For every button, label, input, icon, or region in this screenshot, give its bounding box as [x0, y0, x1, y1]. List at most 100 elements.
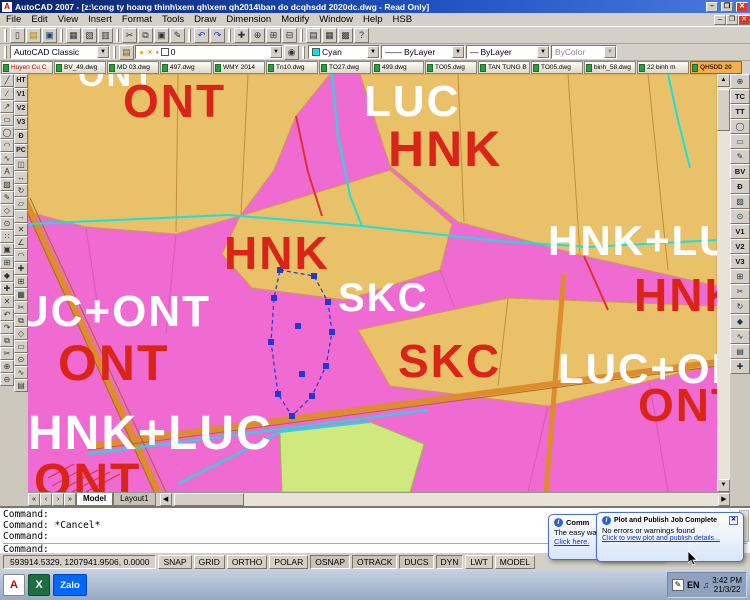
rectangle-icon[interactable]: ▭ [0, 113, 14, 126]
polygon-icon[interactable]: ◇ [0, 204, 14, 217]
toggle-ortho[interactable]: ORTHO [227, 555, 268, 569]
toggle-grid[interactable]: GRID [194, 555, 225, 569]
diamond-icon[interactable]: ◇ [14, 327, 28, 340]
linetype-dropdown[interactable]: —— ByLayer ▼ [381, 45, 465, 59]
move-icon[interactable]: ↔ [14, 171, 28, 184]
doc-tab[interactable]: Huyen Cu C [1, 61, 53, 74]
layer-button-v3[interactable]: V3 [730, 254, 750, 269]
layer-button-v1[interactable]: V1 [730, 224, 750, 239]
toolbar-grip[interactable] [228, 29, 231, 42]
language-indicator[interactable]: EN [687, 580, 700, 590]
vertical-scrollbar[interactable]: ▲ ▼ [717, 74, 730, 492]
toolbar-grip[interactable] [188, 29, 191, 42]
rotate-icon[interactable]: ↻ [730, 299, 750, 314]
point-icon[interactable]: ⊙ [0, 217, 14, 230]
point-small-icon[interactable]: ⊙ [14, 353, 28, 366]
maximize-button[interactable]: ❐ [721, 2, 733, 12]
props-small-icon[interactable]: ▤ [14, 379, 28, 392]
trim-icon[interactable]: ✕ [14, 223, 28, 236]
layer-button-v2[interactable]: V2 [730, 239, 750, 254]
undo-small-icon[interactable]: ↶ [0, 308, 14, 321]
circle-icon[interactable]: ◯ [730, 119, 750, 134]
last-tab-icon[interactable]: » [64, 493, 76, 506]
copy-icon[interactable]: ⧉ [138, 28, 153, 43]
drawing-canvas[interactable]: ONT ONT LUC HNK HNK HNK+LUC HNK SKC LUC+… [28, 74, 717, 492]
scroll-left-icon[interactable]: ◀ [160, 493, 172, 506]
cut-small-icon[interactable]: ✂ [0, 347, 14, 360]
plot-details-link[interactable]: Click to view plot and publish details..… [602, 535, 738, 542]
list-icon[interactable]: ▤ [730, 344, 750, 359]
workspace-dropdown[interactable]: AutoCAD Classic ▼ [10, 45, 110, 59]
doc-tab[interactable]: Tn10.dwg [266, 61, 318, 74]
duplicate-icon[interactable]: ⧉ [14, 314, 28, 327]
offset-icon[interactable]: ▱ [14, 197, 28, 210]
pan-realtime-icon[interactable]: ✚ [234, 28, 249, 43]
toggle-model[interactable]: MODEL [495, 555, 535, 569]
layer-button-v3[interactable]: V3 [14, 116, 28, 130]
doc-tab[interactable]: TO05.dwg [425, 61, 477, 74]
layer-button-d[interactable]: Đ [14, 130, 28, 144]
circle-icon[interactable]: ◯ [0, 126, 14, 139]
toolbar-grip[interactable] [4, 29, 7, 42]
doc-tab[interactable]: 497.dwg [160, 61, 212, 74]
rotate-icon[interactable]: ↻ [14, 184, 28, 197]
menu-format[interactable]: Format [117, 13, 157, 26]
horizontal-scroll-thumb[interactable] [174, 493, 244, 506]
chamfer-icon[interactable]: ∠ [14, 236, 28, 249]
vertical-scroll-thumb[interactable] [717, 89, 730, 131]
toggle-osnap[interactable]: OSNAP [310, 555, 350, 569]
next-tab-icon[interactable]: › [52, 493, 64, 506]
prev-tab-icon[interactable]: ‹ [40, 493, 52, 506]
arc-icon[interactable]: ◠ [0, 139, 14, 152]
redo-small-icon[interactable]: ↷ [0, 321, 14, 334]
menu-edit[interactable]: Edit [26, 13, 52, 26]
spline-icon[interactable]: ∿ [0, 152, 14, 165]
layer-button-pc[interactable]: PC [14, 144, 28, 158]
scroll-up-icon[interactable]: ▲ [717, 74, 730, 87]
tab-model[interactable]: Model [76, 493, 113, 506]
construction-line-icon[interactable]: ∕ [0, 87, 14, 100]
region-icon[interactable]: ◆ [0, 269, 14, 282]
plot-notify-icon[interactable]: ✎ [672, 579, 684, 591]
copy-small-icon[interactable]: ⧉ [0, 334, 14, 347]
toggle-dyn[interactable]: DYN [436, 555, 464, 569]
hatch-icon[interactable]: ▨ [730, 194, 750, 209]
zoom-out-icon[interactable]: ⊖ [0, 373, 14, 386]
scissors-icon[interactable]: ✂ [730, 284, 750, 299]
menu-file[interactable]: File [1, 13, 26, 26]
grid-icon[interactable]: ⊞ [730, 269, 750, 284]
menu-help[interactable]: Help [358, 13, 388, 26]
layer-button-d[interactable]: Đ [730, 179, 750, 194]
menu-tools[interactable]: Tools [157, 13, 189, 26]
zoom-in-icon[interactable]: ⊕ [0, 360, 14, 373]
doc-tab[interactable]: 499.dwg [372, 61, 424, 74]
doc-tab[interactable]: binh_58.dwg [584, 61, 636, 74]
toggle-snap[interactable]: SNAP [158, 555, 191, 569]
help-icon[interactable]: ? [354, 28, 369, 43]
match-properties-icon[interactable]: ✎ [170, 28, 185, 43]
menu-draw[interactable]: Draw [189, 13, 221, 26]
layer-button-tt[interactable]: TT [730, 104, 750, 119]
first-tab-icon[interactable]: « [28, 493, 40, 506]
layer-button-ht[interactable]: HT [14, 74, 28, 88]
color-dropdown[interactable]: Cyan ▼ [308, 45, 380, 59]
doc-restore-button[interactable]: ❐ [726, 15, 738, 25]
save-icon[interactable]: ▣ [42, 28, 57, 43]
grid-icon[interactable]: ⊞ [14, 275, 28, 288]
lineweight-dropdown[interactable]: — ByLayer ▼ [466, 45, 550, 59]
zoom-in-icon[interactable]: ⊕ [730, 74, 750, 89]
taskbar-autocad-icon[interactable]: A [3, 574, 25, 596]
toggle-ducs[interactable]: DUCS [399, 555, 433, 569]
paste-icon[interactable]: ▣ [154, 28, 169, 43]
taskbar-excel-icon[interactable]: X [28, 574, 50, 596]
layer-properties-icon[interactable]: ▤ [119, 45, 134, 60]
cut-icon[interactable]: ✂ [122, 28, 137, 43]
pencil-icon[interactable]: ✎ [0, 191, 14, 204]
diamond-icon[interactable]: ◆ [730, 314, 750, 329]
toolbar-grip[interactable] [302, 46, 305, 59]
menu-window[interactable]: Window [314, 13, 358, 26]
plus-icon[interactable]: ✚ [730, 359, 750, 374]
layer-button-v2[interactable]: V2 [14, 102, 28, 116]
hatch-icon[interactable]: ▨ [0, 178, 14, 191]
plus-icon[interactable]: ✚ [0, 282, 14, 295]
